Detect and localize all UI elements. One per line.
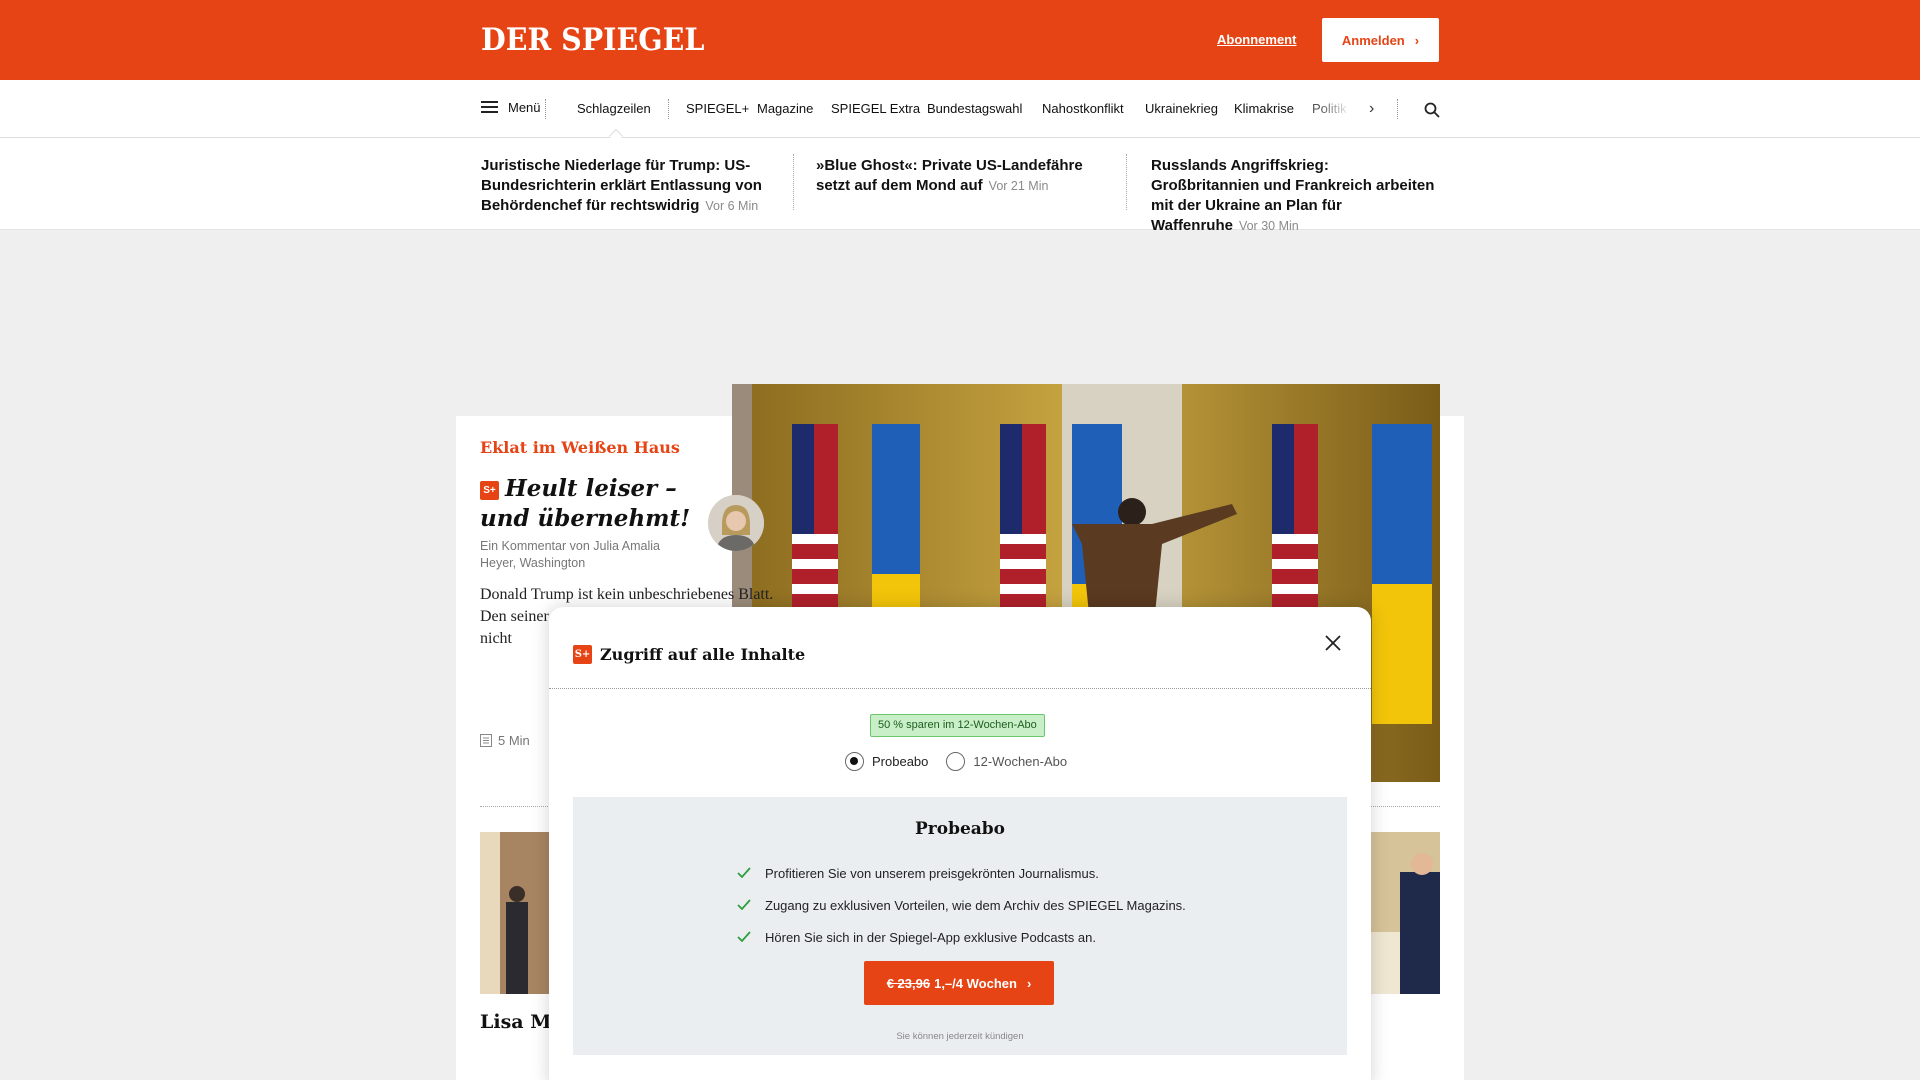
savings-badge: 50 % sparen im 12-Wochen-Abo <box>870 714 1045 737</box>
nav-item-ukrainekrieg[interactable]: Ukrainekrieg <box>1145 101 1218 116</box>
benefit-list: Profitieren Sie von unserem preisgekrönt… <box>737 857 1186 953</box>
modal-title: S+ Zugriff auf alle Inhalte <box>573 645 805 664</box>
read-time: 5 Min <box>480 733 530 748</box>
nav-item-klimakrise[interactable]: Klimakrise <box>1234 101 1294 116</box>
check-icon <box>737 931 751 943</box>
benefit-item: Hören Sie sich in der Spiegel-App exklus… <box>737 921 1186 953</box>
radio-label: 12-Wochen-Abo <box>973 754 1068 769</box>
document-icon <box>480 734 492 747</box>
check-icon <box>737 867 751 879</box>
news-teaser-time: Vor 30 Min <box>1238 219 1299 233</box>
spiegel-plus-badge: S+ <box>573 645 592 664</box>
breaking-news-strip: Juristische Niederlage für Trump: US-Bun… <box>0 138 1920 234</box>
nav-divider <box>1397 99 1398 119</box>
new-price: 1,–/4 Wochen <box>934 975 1017 991</box>
news-teaser[interactable]: »Blue Ghost«: Private US-Landefähre setz… <box>816 156 1116 196</box>
article-byline: Ein Kommentar von Julia Amalia Heyer, Wa… <box>480 539 660 570</box>
news-teaser-time: Vor 21 Min <box>988 179 1049 193</box>
menu-button[interactable]: Menü <box>481 100 541 115</box>
teaser-divider <box>793 154 794 210</box>
login-button-label: Anmelden <box>1341 32 1405 48</box>
cancel-note: Sie können jederzeit kündigen <box>896 1031 1024 1042</box>
nav-item-spiegel-plus[interactable]: SPIEGEL+ <box>686 101 749 116</box>
nav-item-spiegel-extra[interactable]: SPIEGEL Extra <box>831 101 920 116</box>
read-time-label: 5 Min <box>498 733 530 748</box>
chevron-right-icon: › <box>1026 975 1032 991</box>
subscription-modal: S+ Zugriff auf alle Inhalte 50 % sparen … <box>549 607 1371 1080</box>
modal-title-text: Zugriff auf alle Inhalte <box>600 645 806 664</box>
radio-selected-icon <box>845 752 864 771</box>
nav-divider <box>545 99 546 119</box>
hamburger-icon <box>481 101 498 114</box>
nav-divider <box>668 99 669 119</box>
radio-unselected-icon <box>946 752 966 771</box>
subscription-link[interactable]: Abonnement <box>1217 32 1296 47</box>
spiegel-plus-badge: S+ <box>480 480 499 500</box>
benefit-text: Profitieren Sie von unserem preisgekrönt… <box>765 865 1099 881</box>
divider <box>1370 806 1440 807</box>
nav-item-nahostkonflikt[interactable]: Nahostkonflikt <box>1042 101 1124 116</box>
radio-12-wochen-abo[interactable]: 12-Wochen-Abo <box>946 752 1067 771</box>
search-icon[interactable] <box>1424 102 1440 118</box>
article-thumbnail[interactable] <box>480 832 550 994</box>
nav-item-magazine[interactable]: Magazine <box>757 101 813 116</box>
nav-scroll-right-icon[interactable]: › <box>1369 100 1374 118</box>
spiegel-logo[interactable]: DER SPIEGEL <box>481 22 704 58</box>
news-teaser-time: Vor 6 Min <box>705 199 759 213</box>
login-button[interactable]: Anmelden › <box>1322 18 1439 62</box>
article-headline[interactable]: S+ Heult leiser – und übernehmt! <box>480 474 710 534</box>
benefit-item: Zugang zu exklusiven Vorteilen, wie dem … <box>737 889 1186 921</box>
teaser-divider <box>1126 154 1127 210</box>
benefit-item: Profitieren Sie von unserem preisgekrönt… <box>737 857 1186 889</box>
plan-selector: Probeabo 12-Wochen-Abo <box>845 752 1067 771</box>
check-icon <box>737 899 751 911</box>
menu-label: Menü <box>508 100 541 115</box>
plan-details: Probeabo Profitieren Sie von unserem pre… <box>573 797 1347 1055</box>
article-thumbnail[interactable] <box>1370 832 1440 994</box>
main-navigation: Menü Schlagzeilen SPIEGEL+ Magazine SPIE… <box>0 80 1920 144</box>
chevron-right-icon: › <box>1414 32 1420 48</box>
nav-fade <box>1321 94 1351 124</box>
article-headline-text: Heult leiser – und übernehmt! <box>480 475 691 532</box>
news-teaser[interactable]: Juristische Niederlage für Trump: US-Bun… <box>481 156 781 216</box>
divider <box>480 806 550 807</box>
top-bar: DER SPIEGEL Abonnement Anmelden › <box>0 0 1920 80</box>
modal-divider <box>549 688 1371 689</box>
benefit-text: Zugang zu exklusiven Vorteilen, wie dem … <box>765 897 1186 913</box>
old-price: € 23,96 <box>886 975 931 991</box>
plan-title: Probeabo <box>914 819 1006 839</box>
news-teaser[interactable]: Russlands Angriffskrieg: Großbritannien … <box>1151 156 1441 236</box>
second-article-headline[interactable]: Lisa Mu gegen T <box>480 1010 552 1035</box>
radio-probeabo[interactable]: Probeabo <box>845 752 928 771</box>
radio-label: Probeabo <box>872 754 929 769</box>
nav-item-bundestagswahl[interactable]: Bundestagswahl <box>927 101 1022 116</box>
close-icon[interactable] <box>1324 634 1342 652</box>
nav-item-schlagzeilen[interactable]: Schlagzeilen <box>577 101 651 116</box>
article-kicker[interactable]: Eklat im Weißen Haus <box>480 438 680 457</box>
subscribe-button[interactable]: € 23,96 1,–/4 Wochen › <box>864 961 1054 1005</box>
author-avatar <box>708 495 764 551</box>
benefit-text: Hören Sie sich in der Spiegel-App exklus… <box>765 929 1096 945</box>
